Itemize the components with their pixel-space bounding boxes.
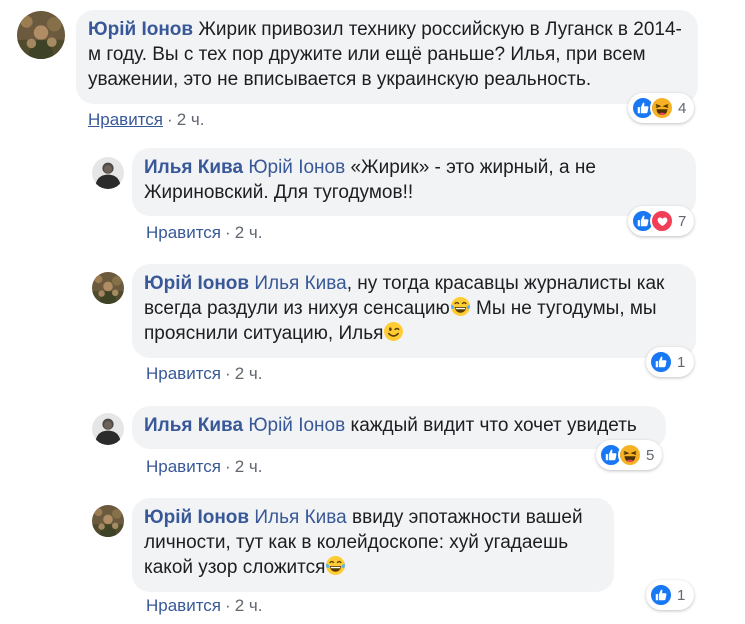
avatar[interactable]: [92, 157, 124, 189]
avatar[interactable]: [92, 413, 124, 445]
avatar[interactable]: [17, 11, 65, 59]
comment-actions: Нравится · 2 ч.: [146, 223, 262, 243]
reaction-count: 1: [677, 586, 686, 604]
separator: ·: [167, 110, 173, 129]
comment-bubble: Юрій Іонов Илья Кива, ну тогда красавцы …: [132, 264, 696, 358]
tears-of-joy-emoji: [325, 555, 346, 576]
thumbs-up-icon: [649, 350, 673, 374]
mention-link[interactable]: Юрій Іонов: [248, 415, 345, 436]
reaction-count: 1: [677, 353, 686, 371]
comment-author[interactable]: Юрій Іонов: [144, 507, 249, 528]
like-button[interactable]: Нравится: [146, 364, 221, 383]
like-button[interactable]: Нравится: [146, 223, 221, 242]
reactions-summary[interactable]: 5: [596, 440, 662, 470]
timestamp[interactable]: 2 ч.: [235, 364, 263, 383]
reaction-count: 7: [678, 212, 687, 230]
reactions-summary[interactable]: 4: [628, 93, 694, 123]
comment-actions: Нравится · 2 ч.: [146, 364, 262, 384]
comment-bubble: Илья Кива Юрій Іонов «Жирик» - это жирны…: [132, 148, 696, 216]
separator: ·: [225, 596, 231, 615]
mention-link[interactable]: Юрій Іонов: [248, 157, 345, 178]
separator: ·: [225, 364, 231, 383]
reaction-count: 4: [678, 99, 687, 117]
comment-author[interactable]: Илья Кива: [144, 415, 243, 436]
laughing-face-icon: [618, 443, 642, 467]
timestamp[interactable]: 2 ч.: [235, 223, 263, 242]
like-button[interactable]: Нравится: [88, 110, 163, 129]
avatar[interactable]: [92, 272, 124, 304]
comment-bubble: Юрій Іонов Илья Кива ввиду эпотажности в…: [132, 498, 614, 592]
comment-author[interactable]: Юрій Іонов: [144, 273, 249, 294]
comment-bubble: Юрій Іонов Жирик привозил технику россий…: [76, 10, 698, 104]
separator: ·: [225, 457, 231, 476]
winking-face-emoji: [383, 321, 404, 342]
tears-of-joy-emoji: [450, 296, 471, 317]
mention-link[interactable]: Илья Кива: [254, 273, 346, 294]
timestamp[interactable]: 2 ч.: [177, 110, 205, 129]
laughing-face-icon: [650, 96, 674, 120]
comment-author[interactable]: Илья Кива: [144, 157, 243, 178]
avatar[interactable]: [92, 505, 124, 537]
reactions-summary[interactable]: 1: [646, 347, 694, 377]
thumbs-up-icon: [649, 583, 673, 607]
reactions-summary[interactable]: 7: [628, 206, 694, 236]
comment-actions: Нравится · 2 ч.: [146, 457, 262, 477]
timestamp[interactable]: 2 ч.: [235, 457, 263, 476]
like-button[interactable]: Нравится: [146, 457, 221, 476]
comment-bubble: Илья Кива Юрій Іонов каждый видит что хо…: [132, 406, 666, 449]
comment-text: каждый видит что хочет увидеть: [350, 415, 637, 436]
like-button[interactable]: Нравится: [146, 596, 221, 615]
comment-actions: Нравится · 2 ч.: [88, 110, 204, 130]
reactions-summary[interactable]: 1: [646, 580, 694, 610]
separator: ·: [225, 223, 231, 242]
heart-icon: [650, 209, 674, 233]
comment-actions: Нравится · 2 ч.: [146, 596, 262, 616]
timestamp[interactable]: 2 ч.: [235, 596, 263, 615]
reaction-count: 5: [646, 446, 655, 464]
mention-link[interactable]: Илья Кива: [254, 507, 346, 528]
comment-author[interactable]: Юрій Іонов: [88, 19, 193, 40]
